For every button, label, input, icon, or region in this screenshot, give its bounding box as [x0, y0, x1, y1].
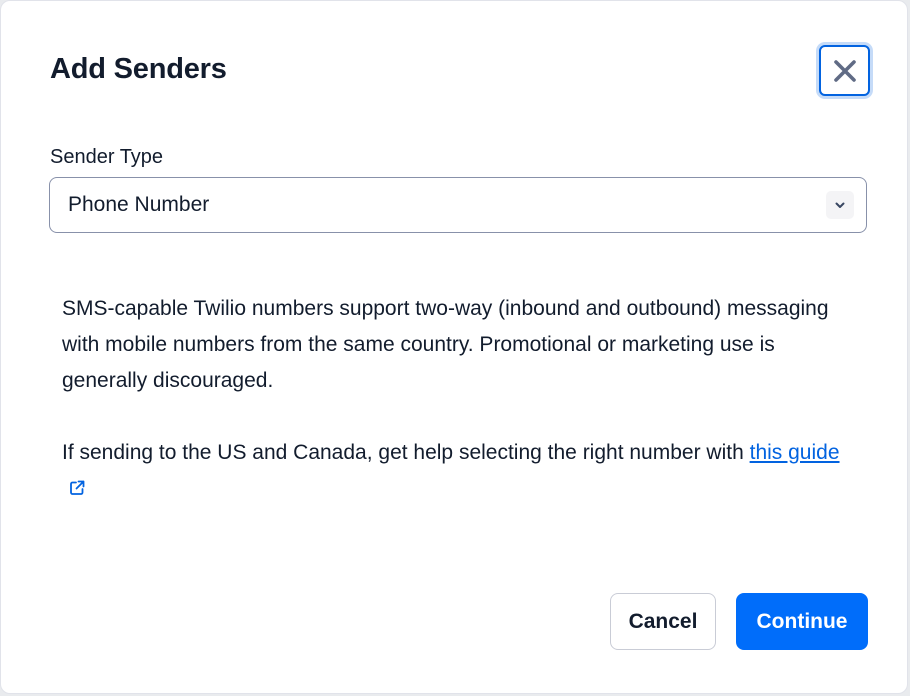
- sender-type-selected-value: Phone Number: [68, 193, 210, 216]
- add-senders-modal: Add Senders Sender Type Phone Number SMS…: [0, 0, 908, 694]
- modal-title: Add Senders: [50, 53, 227, 85]
- chevron-down-icon: [826, 191, 854, 219]
- cancel-button[interactable]: Cancel: [610, 593, 716, 650]
- sender-type-label: Sender Type: [50, 146, 164, 168]
- close-button[interactable]: [819, 45, 870, 96]
- continue-button[interactable]: Continue: [736, 593, 868, 650]
- external-link-icon: [70, 480, 85, 495]
- guide-link-text: this guide: [749, 441, 840, 464]
- description-paragraph: SMS-capable Twilio numbers support two-w…: [62, 297, 829, 392]
- guide-paragraph: If sending to the US and Canada, get hel…: [62, 435, 842, 507]
- sender-type-select[interactable]: Phone Number: [49, 177, 867, 233]
- guide-link[interactable]: this guide: [750, 441, 840, 464]
- close-icon: [833, 59, 856, 82]
- guide-paragraph-text: If sending to the US and Canada, get hel…: [62, 441, 750, 464]
